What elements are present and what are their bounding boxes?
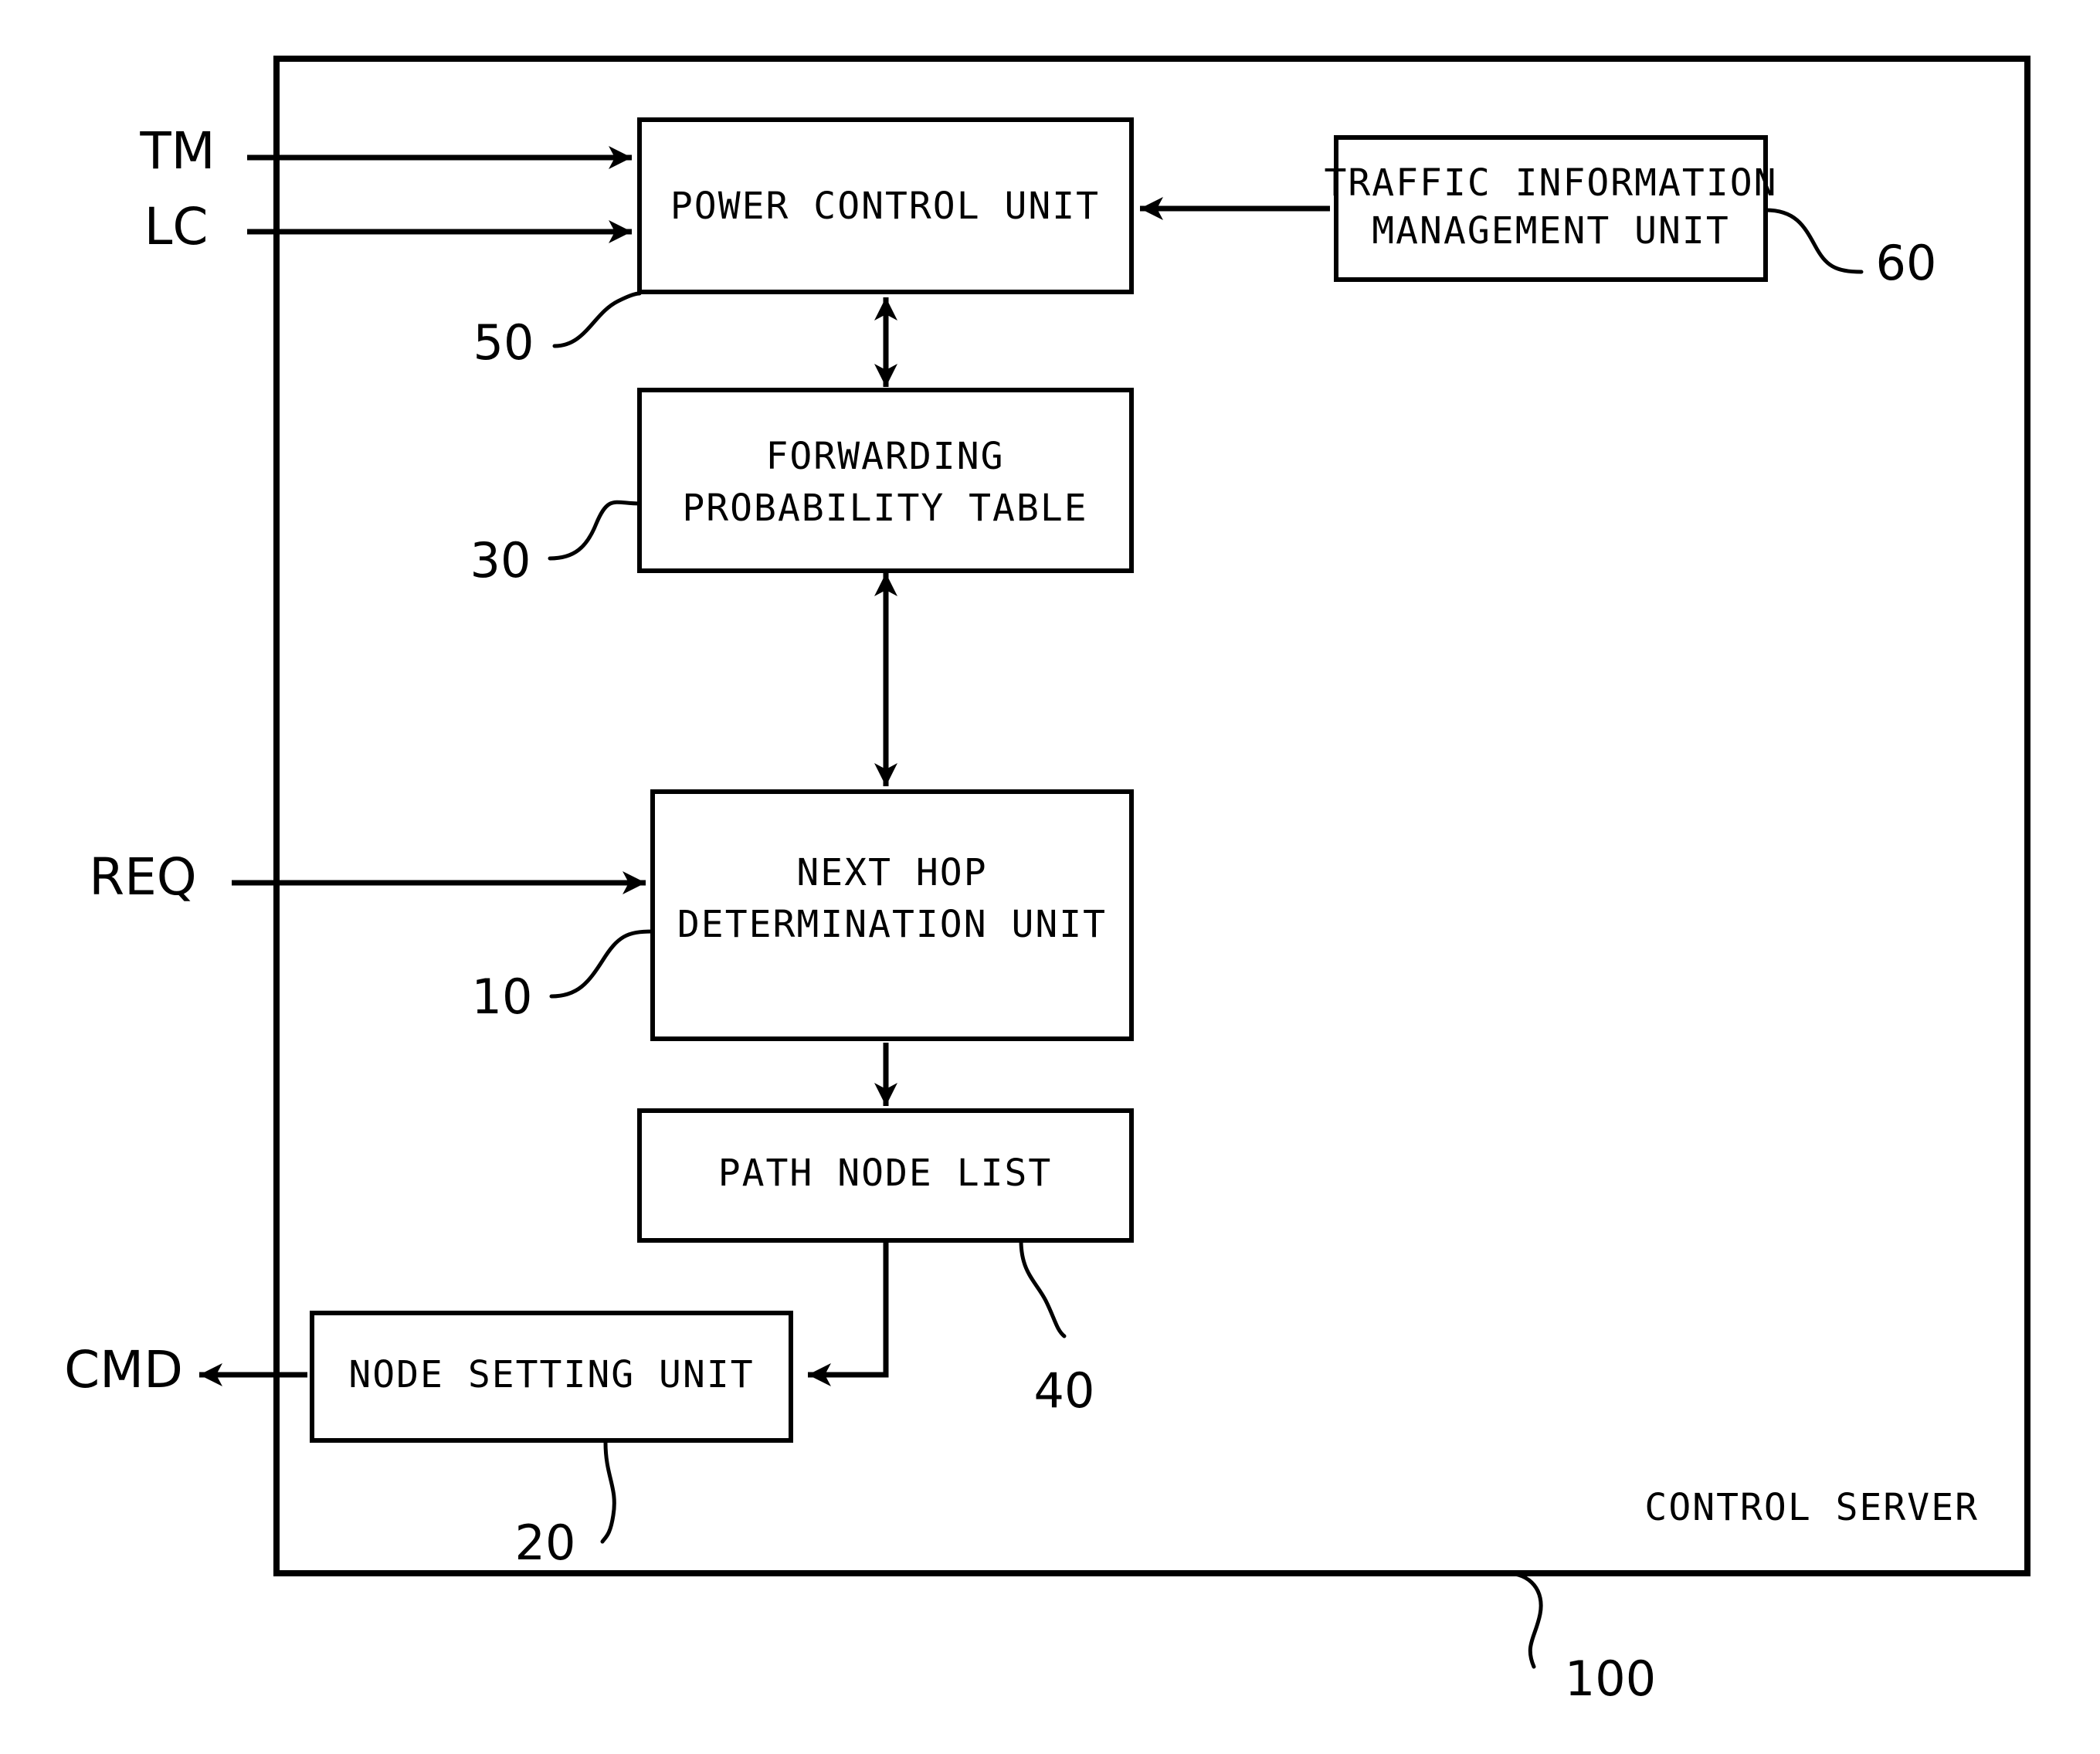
ref-num-100: 100 xyxy=(1565,1651,1656,1707)
leader-line-40 xyxy=(1019,1238,1067,1338)
box-next-hop-determination-unit[interactable]: NEXT HOP DETERMINATION UNIT xyxy=(650,789,1134,1041)
control-server-label: CONTROL SERVER xyxy=(1644,1486,1979,1529)
pathnodelist-to-nodesetting-arrow xyxy=(808,1240,889,1386)
signal-label-lc: LC xyxy=(144,197,209,256)
traffic-information-management-unit-label-line1: TRAFFIC INFORMATION xyxy=(1324,161,1777,205)
next-hop-determination-unit-label-line1: NEXT HOP xyxy=(796,851,987,894)
leader-line-30 xyxy=(548,500,642,561)
signal-label-tm: TM xyxy=(139,121,215,181)
leader-line-60 xyxy=(1763,208,1864,274)
ref-num-10: 10 xyxy=(472,969,533,1025)
next-hop-determination-unit-label-line2: DETERMINATION UNIT xyxy=(677,903,1107,946)
patent-figure: POWER CONTROL UNIT 50 TRAFFIC INFORMATIO… xyxy=(0,0,2100,1754)
box-node-setting-unit[interactable]: NODE SETTING UNIT xyxy=(310,1311,793,1443)
box-path-node-list[interactable]: PATH NODE LIST xyxy=(637,1108,1134,1243)
ref-num-20: 20 xyxy=(515,1515,576,1571)
leader-line-100 xyxy=(1504,1571,1543,1669)
ref-num-30: 30 xyxy=(470,532,531,589)
forwarding-probability-table-label-line2: PROBABILITY TABLE xyxy=(682,487,1087,530)
box-power-control-unit[interactable]: POWER CONTROL UNIT xyxy=(637,117,1134,294)
ref-num-50: 50 xyxy=(473,314,534,371)
signal-label-req: REQ xyxy=(89,847,197,907)
box-forwarding-probability-table[interactable]: FORWARDING PROBABILITY TABLE xyxy=(637,388,1134,573)
node-setting-unit-label: NODE SETTING UNIT xyxy=(348,1353,754,1396)
leader-line-10 xyxy=(549,929,655,999)
path-node-list-label: PATH NODE LIST xyxy=(718,1152,1053,1195)
ref-num-40: 40 xyxy=(1034,1362,1095,1419)
leader-line-20 xyxy=(600,1440,616,1544)
traffic-information-management-unit-label-line2: MANAGEMENT UNIT xyxy=(1372,209,1729,253)
traffic-information-management-unit-rect xyxy=(1334,135,1768,282)
forwarding-probability-table-rect xyxy=(637,388,1134,573)
box-traffic-information-management-unit[interactable]: TRAFFIC INFORMATION MANAGEMENT UNIT xyxy=(1324,135,1777,282)
signal-label-cmd: CMD xyxy=(64,1340,183,1399)
leader-line-50 xyxy=(552,291,642,348)
control-server-block-diagram: POWER CONTROL UNIT 50 TRAFFIC INFORMATIO… xyxy=(64,56,2030,1707)
ref-num-60: 60 xyxy=(1876,235,1937,291)
power-control-unit-label: POWER CONTROL UNIT xyxy=(670,185,1100,228)
forwarding-probability-table-label-line1: FORWARDING xyxy=(766,435,1005,478)
